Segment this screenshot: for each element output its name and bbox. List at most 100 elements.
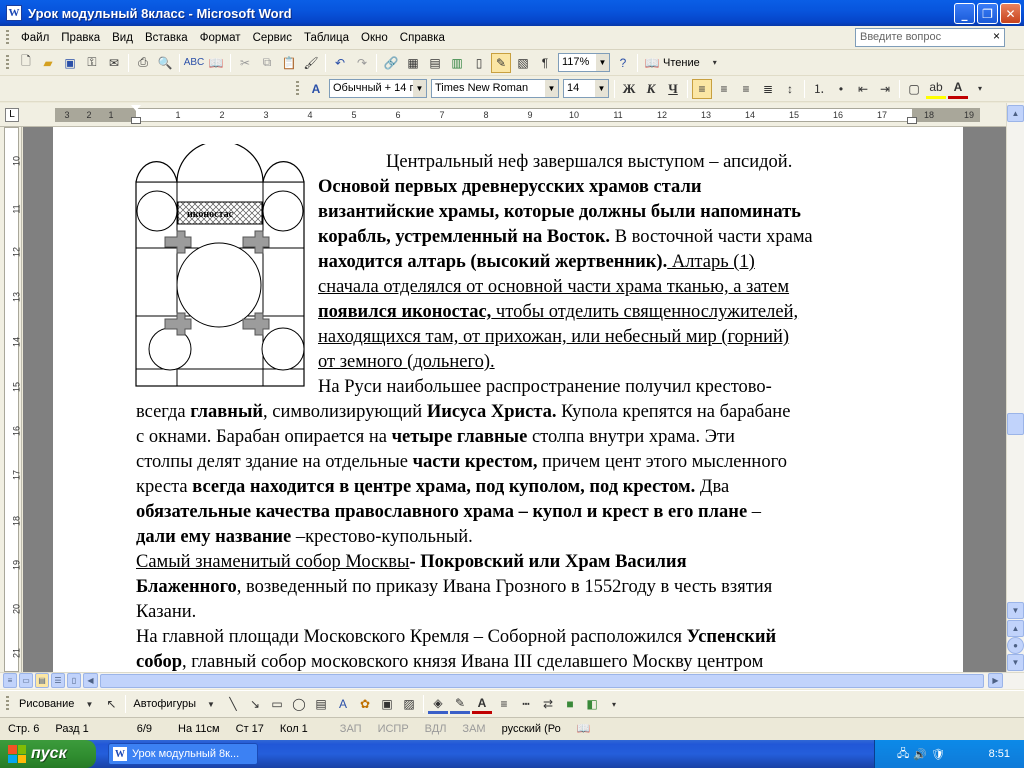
- document-text[interactable]: Центральный неф завершался выступом – ап…: [136, 150, 916, 672]
- vertical-scrollbar[interactable]: ▲ ▼ ▲ ● ▼: [1006, 103, 1024, 672]
- show-hide-icon[interactable]: ¶: [535, 53, 555, 73]
- status-record[interactable]: ЗАП: [316, 723, 370, 735]
- undo-icon[interactable]: ↶: [330, 53, 350, 73]
- arrow-style-icon[interactable]: ⇄: [538, 694, 558, 714]
- email-icon[interactable]: ✉: [104, 53, 124, 73]
- web-view-icon[interactable]: ▭: [19, 673, 33, 688]
- italic-button[interactable]: К: [641, 79, 661, 99]
- toolbar-options-icon[interactable]: ▾: [604, 694, 624, 714]
- security-icon[interactable]: 🛡: [931, 748, 945, 761]
- justify-icon[interactable]: ≣: [758, 79, 778, 99]
- close-button[interactable]: ✕: [1000, 3, 1021, 24]
- picture-icon[interactable]: ▨: [399, 694, 419, 714]
- line-icon[interactable]: ╲: [223, 694, 243, 714]
- spelling-status-icon[interactable]: 📖: [569, 722, 599, 735]
- ruler-scale[interactable]: 3 2 1 1 2 3 4 5 6 7 8 9 10 11 12 13 14 1…: [55, 105, 980, 124]
- print-layout-icon[interactable]: ▤: [35, 673, 49, 688]
- toolbar-grip[interactable]: [6, 54, 9, 71]
- horizontal-ruler[interactable]: L 3 2 1 1 2 3 4 5 6 7 8 9 10 11 12 13 14…: [0, 103, 1024, 127]
- toolbar-options-icon[interactable]: ▾: [705, 53, 725, 73]
- left-indent-marker[interactable]: [131, 117, 141, 124]
- shadow-icon[interactable]: ■: [560, 694, 580, 714]
- select-objects-icon[interactable]: ↖: [101, 694, 121, 714]
- permission-icon[interactable]: ⚿: [82, 53, 102, 73]
- document-map-icon[interactable]: ▧: [513, 53, 533, 73]
- menu-table[interactable]: Таблица: [298, 28, 355, 48]
- wordart-icon[interactable]: A: [333, 694, 353, 714]
- chevron-down-icon[interactable]: ▼: [79, 694, 99, 714]
- start-button[interactable]: пуск: [0, 740, 96, 768]
- clipart-icon[interactable]: ▣: [377, 694, 397, 714]
- volume-icon[interactable]: 🔊: [913, 748, 927, 761]
- print-preview-icon[interactable]: 🔍: [155, 53, 175, 73]
- drawing-toggle-icon[interactable]: ✎: [491, 52, 511, 73]
- chevron-down-icon[interactable]: ▼: [595, 80, 608, 97]
- research-icon[interactable]: 📖: [206, 53, 226, 73]
- line-color-icon[interactable]: ✎: [450, 694, 470, 714]
- drawing-menu[interactable]: Рисование: [15, 698, 78, 710]
- bullets-icon[interactable]: •: [831, 79, 851, 99]
- hyperlink-icon[interactable]: 🔗: [381, 53, 401, 73]
- menu-tools[interactable]: Сервис: [247, 28, 298, 48]
- 3d-style-icon[interactable]: ◧: [582, 694, 602, 714]
- browse-object-button[interactable]: ●: [1007, 637, 1024, 654]
- chevron-down-icon[interactable]: ▼: [201, 694, 221, 714]
- chevron-down-icon[interactable]: ▼: [413, 80, 426, 97]
- menu-edit[interactable]: Правка: [55, 28, 106, 48]
- close-document-icon[interactable]: ×: [993, 29, 1000, 43]
- read-mode-icon[interactable]: 📖: [642, 53, 662, 73]
- save-icon[interactable]: ▣: [60, 53, 80, 73]
- document-page[interactable]: иконостас Центральный неф завершался выс…: [53, 127, 963, 672]
- print-icon[interactable]: ⎙: [133, 53, 153, 73]
- textbox-icon[interactable]: ▤: [311, 694, 331, 714]
- reading-view-icon[interactable]: ▯: [67, 673, 81, 688]
- first-line-indent-marker[interactable]: [131, 105, 141, 111]
- copy-icon[interactable]: ⧉: [257, 53, 277, 73]
- open-folder-icon[interactable]: ▰: [38, 53, 58, 73]
- zoom-select[interactable]: 117% ▼: [558, 53, 610, 72]
- toolbar-grip[interactable]: [296, 80, 299, 97]
- previous-page-button[interactable]: ▲: [1007, 620, 1024, 637]
- scroll-thumb[interactable]: [1007, 413, 1024, 435]
- right-indent-marker[interactable]: [907, 117, 917, 124]
- chevron-down-icon[interactable]: ▼: [596, 54, 609, 71]
- line-spacing-icon[interactable]: ↕: [780, 79, 800, 99]
- scroll-up-button[interactable]: ▲: [1007, 105, 1024, 122]
- menu-file[interactable]: Файл: [15, 28, 55, 48]
- scroll-left-button[interactable]: ◀: [83, 673, 98, 688]
- columns-icon[interactable]: ▯: [469, 53, 489, 73]
- menu-help[interactable]: Справка: [394, 28, 451, 48]
- borders-icon[interactable]: ▢: [904, 79, 924, 99]
- menu-format[interactable]: Формат: [194, 28, 247, 48]
- oval-icon[interactable]: ◯: [289, 694, 309, 714]
- maximize-button[interactable]: ❐: [977, 3, 998, 24]
- diagram-icon[interactable]: ✿: [355, 694, 375, 714]
- fill-color-icon[interactable]: ◈: [428, 694, 448, 714]
- bold-button[interactable]: Ж: [619, 79, 639, 99]
- scroll-down-button[interactable]: ▼: [1007, 602, 1024, 619]
- insert-table-icon[interactable]: ▤: [425, 53, 445, 73]
- spelling-icon[interactable]: ABC: [184, 53, 205, 73]
- status-extend[interactable]: ВДЛ: [417, 723, 455, 735]
- horizontal-scrollbar[interactable]: ≡ ▭ ▤ ☰ ▯ ◀ ▶: [0, 672, 1024, 689]
- toolbar-grip[interactable]: [6, 29, 9, 46]
- style-select[interactable]: Обычный + 14 г ▼: [329, 79, 427, 98]
- redo-icon[interactable]: ↷: [352, 53, 372, 73]
- tab-selector[interactable]: L: [5, 108, 19, 122]
- styles-icon[interactable]: A: [306, 79, 326, 99]
- font-color-button[interactable]: A: [948, 79, 968, 99]
- format-painter-icon[interactable]: 🖌: [301, 53, 321, 73]
- decrease-indent-icon[interactable]: ⇤: [853, 79, 873, 99]
- autoshapes-menu[interactable]: Автофигуры: [129, 698, 200, 710]
- increase-indent-icon[interactable]: ⇥: [875, 79, 895, 99]
- network-icon[interactable]: 🖧: [897, 745, 909, 764]
- toolbar-grip[interactable]: [6, 696, 9, 712]
- menu-view[interactable]: Вид: [106, 28, 139, 48]
- cut-icon[interactable]: ✂: [235, 53, 255, 73]
- menu-insert[interactable]: Вставка: [139, 28, 194, 48]
- menu-window[interactable]: Окно: [355, 28, 394, 48]
- document-area[interactable]: иконостас Центральный неф завершался выс…: [23, 127, 1006, 672]
- toolbar-options-icon[interactable]: ▾: [970, 79, 990, 99]
- word-icon[interactable]: W: [6, 5, 22, 21]
- normal-view-icon[interactable]: ≡: [3, 673, 17, 688]
